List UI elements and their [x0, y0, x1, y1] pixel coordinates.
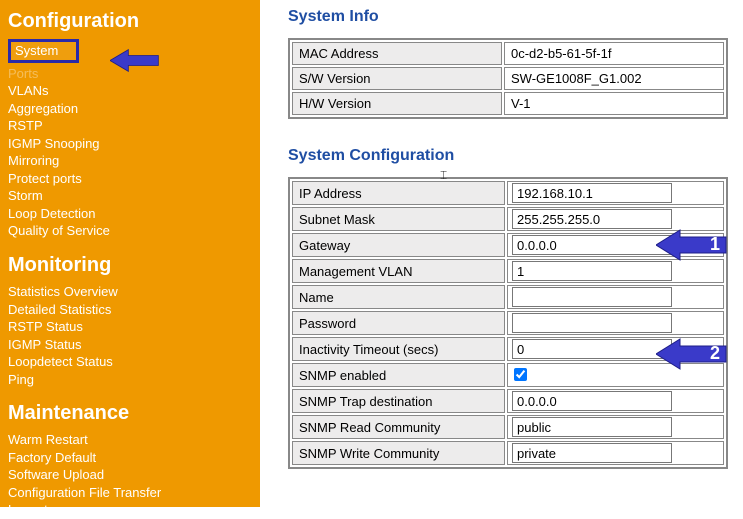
sidebar-item-cfg-file-transfer[interactable]: Configuration File Transfer — [8, 484, 252, 502]
sidebar-item-system[interactable]: System — [8, 39, 79, 63]
table-row: MAC Address 0c-d2-b5-61-5f-1f — [292, 42, 724, 65]
heading-system-info: System Info — [288, 8, 729, 26]
heading-system-configuration: System Configuration — [288, 147, 729, 165]
sidebar-item-detailed-statistics[interactable]: Detailed Statistics — [8, 301, 252, 319]
sidebar-item-loopdetect-status[interactable]: Loopdetect Status — [8, 353, 252, 371]
sidebar-item-loop-detection[interactable]: Loop Detection — [8, 205, 252, 223]
input-password[interactable] — [512, 313, 672, 333]
input-snmp-write[interactable] — [512, 443, 672, 463]
label-snmp-trap: SNMP Trap destination — [292, 389, 505, 413]
system-info-table: MAC Address 0c-d2-b5-61-5f-1f S/W Versio… — [288, 38, 728, 119]
table-row: Management VLAN — [292, 259, 724, 283]
label-hw-version: H/W Version — [292, 92, 502, 115]
sidebar-item-aggregation[interactable]: Aggregation — [8, 100, 252, 118]
label-mac-address: MAC Address — [292, 42, 502, 65]
table-row: S/W Version SW-GE1008F_G1.002 — [292, 67, 724, 90]
sidebar-item-factory-default[interactable]: Factory Default — [8, 449, 252, 467]
table-row: Inactivity Timeout (secs) — [292, 337, 724, 361]
sidebar-item-ping[interactable]: Ping — [8, 371, 252, 389]
value-mac-address: 0c-d2-b5-61-5f-1f — [504, 42, 724, 65]
table-row: H/W Version V-1 — [292, 92, 724, 115]
sidebar-item-storm[interactable]: Storm — [8, 187, 252, 205]
sidebar-item-vlans[interactable]: VLANs — [8, 82, 252, 100]
sidebar-item-logout[interactable]: Logout — [8, 501, 252, 519]
label-password: Password — [292, 311, 505, 335]
sidebar-heading-configuration: Configuration — [8, 10, 252, 33]
table-row: Password — [292, 311, 724, 335]
sidebar-item-warm-restart[interactable]: Warm Restart — [8, 431, 252, 449]
sidebar-section-configuration: Configuration System Ports VLANs Aggrega… — [8, 10, 252, 240]
sidebar-item-statistics-overview[interactable]: Statistics Overview — [8, 283, 252, 301]
annotation-arrow-left-icon — [110, 48, 160, 76]
table-row: SNMP enabled — [292, 363, 724, 387]
main-content: System Info MAC Address 0c-d2-b5-61-5f-1… — [260, 0, 743, 507]
label-snmp-read: SNMP Read Community — [292, 415, 505, 439]
input-ip-address[interactable] — [512, 183, 672, 203]
checkbox-snmp-enabled[interactable] — [514, 368, 527, 381]
sidebar: Configuration System Ports VLANs Aggrega… — [0, 0, 260, 507]
label-name: Name — [292, 285, 505, 309]
sidebar-heading-maintenance: Maintenance — [8, 402, 252, 425]
label-sw-version: S/W Version — [292, 67, 502, 90]
label-gateway: Gateway — [292, 233, 505, 257]
table-row: Subnet Mask — [292, 207, 724, 231]
sidebar-section-maintenance: Maintenance Warm Restart Factory Default… — [8, 402, 252, 519]
label-ip-address: IP Address — [292, 181, 505, 205]
sidebar-item-mirroring[interactable]: Mirroring — [8, 152, 252, 170]
input-snmp-read[interactable] — [512, 417, 672, 437]
input-gateway[interactable] — [512, 235, 672, 255]
sidebar-item-rstp[interactable]: RSTP — [8, 117, 252, 135]
table-row: SNMP Write Community — [292, 441, 724, 465]
sidebar-item-protect-ports[interactable]: Protect ports — [8, 170, 252, 188]
table-row: SNMP Trap destination — [292, 389, 724, 413]
label-subnet-mask: Subnet Mask — [292, 207, 505, 231]
sidebar-section-monitoring: Monitoring Statistics Overview Detailed … — [8, 254, 252, 388]
system-config-table: IP Address Subnet Mask Gateway Managemen… — [288, 177, 728, 469]
label-snmp-enabled: SNMP enabled — [292, 363, 505, 387]
label-inactivity-timeout: Inactivity Timeout (secs) — [292, 337, 505, 361]
sidebar-item-software-upload[interactable]: Software Upload — [8, 466, 252, 484]
sidebar-item-igmp-status[interactable]: IGMP Status — [8, 336, 252, 354]
input-subnet-mask[interactable] — [512, 209, 672, 229]
value-sw-version: SW-GE1008F_G1.002 — [504, 67, 724, 90]
sidebar-item-igmp-snooping[interactable]: IGMP Snooping — [8, 135, 252, 153]
table-row: Name — [292, 285, 724, 309]
value-hw-version: V-1 — [504, 92, 724, 115]
input-name[interactable] — [512, 287, 672, 307]
sidebar-heading-monitoring: Monitoring — [8, 254, 252, 277]
table-row: IP Address — [292, 181, 724, 205]
input-mgmt-vlan[interactable] — [512, 261, 672, 281]
table-row: Gateway — [292, 233, 724, 257]
table-row: SNMP Read Community — [292, 415, 724, 439]
input-snmp-trap[interactable] — [512, 391, 672, 411]
label-mgmt-vlan: Management VLAN — [292, 259, 505, 283]
label-snmp-write: SNMP Write Community — [292, 441, 505, 465]
sidebar-item-rstp-status[interactable]: RSTP Status — [8, 318, 252, 336]
input-inactivity-timeout[interactable] — [512, 339, 672, 359]
sidebar-item-qos[interactable]: Quality of Service — [8, 222, 252, 240]
